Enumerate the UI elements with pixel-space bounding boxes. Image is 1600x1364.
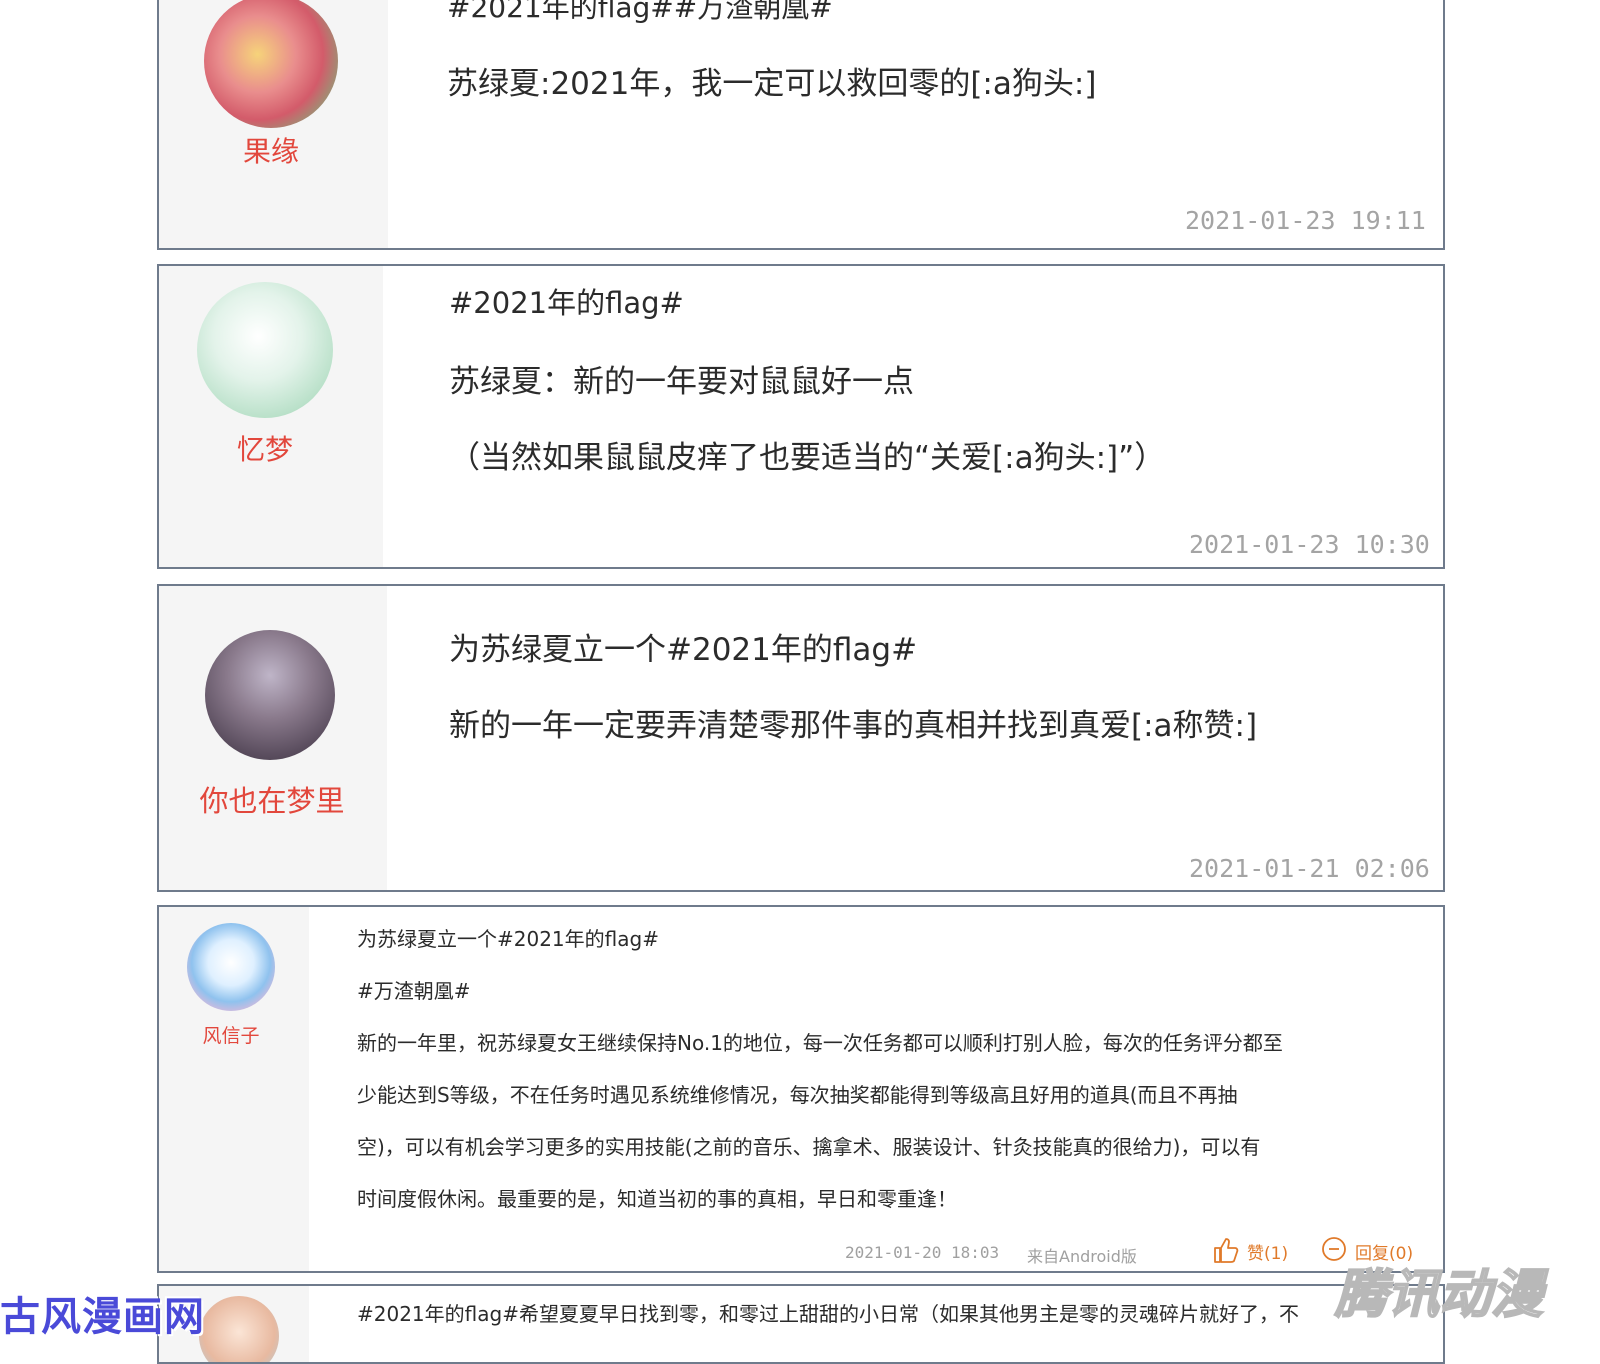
- watermark-left: 古风漫画网: [0, 1294, 205, 1340]
- username[interactable]: 风信子: [179, 1021, 283, 1048]
- comment-text-line: （当然如果鼠鼠皮痒了也要适当的“关爱[:a狗头:]”）: [449, 440, 1166, 476]
- comment-card: 果缘 #2021年的flag##万渣朝凰# 苏绿夏:2021年，我一定可以救回零…: [157, 0, 1445, 250]
- username[interactable]: 忆梦: [195, 428, 335, 468]
- watermark-right: 腾讯动漫: [1334, 1264, 1544, 1326]
- username[interactable]: 你也在梦里: [179, 778, 365, 820]
- comment-text-line: 少能达到S等级，不在任务时遇见系统维修情况，每次抽奖都能得到等级高且好用的道具(…: [357, 1083, 1238, 1107]
- comment-text-line: #2021年的flag#: [449, 286, 684, 320]
- comment-source: 来自Android版: [1027, 1247, 1137, 1266]
- comment-timestamp: 2021-01-23 19:11: [1185, 206, 1426, 235]
- user-avatar[interactable]: [197, 282, 333, 418]
- like-button[interactable]: 赞(1): [1211, 1235, 1311, 1265]
- comment-card: #2021年的flag#希望夏夏早日找到零，和零过上甜甜的小日常（如果其他男主是…: [157, 1284, 1445, 1364]
- comment-text-line: 空)，可以有机会学习更多的实用技能(之前的音乐、擒拿术、服装设计、针灸技能真的很…: [357, 1135, 1261, 1159]
- comment-text-line: 为苏绿夏立一个#2021年的flag#: [357, 927, 659, 951]
- user-avatar[interactable]: [187, 923, 275, 1011]
- username[interactable]: 果缘: [199, 130, 343, 170]
- thumbs-up-icon: [1214, 1238, 1239, 1263]
- comment-timestamp: 2021-01-23 10:30: [1189, 530, 1430, 559]
- comment-timestamp: 2021-01-21 02:06: [1189, 854, 1430, 883]
- comment-timestamp: 2021-01-20 18:03: [845, 1243, 1000, 1262]
- comment-text-line: 苏绿夏:2021年，我一定可以救回零的[:a狗头:]: [447, 66, 1097, 102]
- user-avatar[interactable]: [205, 630, 335, 760]
- like-count: 赞(1): [1247, 1244, 1289, 1264]
- comment-text-line: #2021年的flag#希望夏夏早日找到零，和零过上甜甜的小日常（如果其他男主是…: [357, 1302, 1299, 1326]
- comment-text-line: 为苏绿夏立一个#2021年的flag#: [449, 632, 918, 668]
- comment-text-line: #万渣朝凰#: [357, 979, 471, 1003]
- comment-text-line: #2021年的flag##万渣朝凰#: [447, 0, 833, 24]
- comment-card: 忆梦 #2021年的flag# 苏绿夏：新的一年要对鼠鼠好一点 （当然如果鼠鼠皮…: [157, 264, 1445, 569]
- comment-text-line: 新的一年里，祝苏绿夏女王继续保持No.1的地位，每一次任务都可以顺利打别人脸，每…: [357, 1031, 1283, 1055]
- comment-text-line: 时间度假休闲。最重要的是，知道当初的事的真相，早日和零重逢！: [357, 1187, 957, 1211]
- comment-text-line: 新的一年一定要弄清楚零那件事的真相并找到真爱[:a称赞:]: [449, 708, 1258, 744]
- comment-card: 风信子 为苏绿夏立一个#2021年的flag# #万渣朝凰# 新的一年里，祝苏绿…: [157, 905, 1445, 1273]
- comment-text-line: 苏绿夏：新的一年要对鼠鼠好一点: [449, 364, 914, 400]
- user-avatar[interactable]: [204, 0, 338, 128]
- comment-card: 你也在梦里 为苏绿夏立一个#2021年的flag# 新的一年一定要弄清楚零那件事…: [157, 584, 1445, 892]
